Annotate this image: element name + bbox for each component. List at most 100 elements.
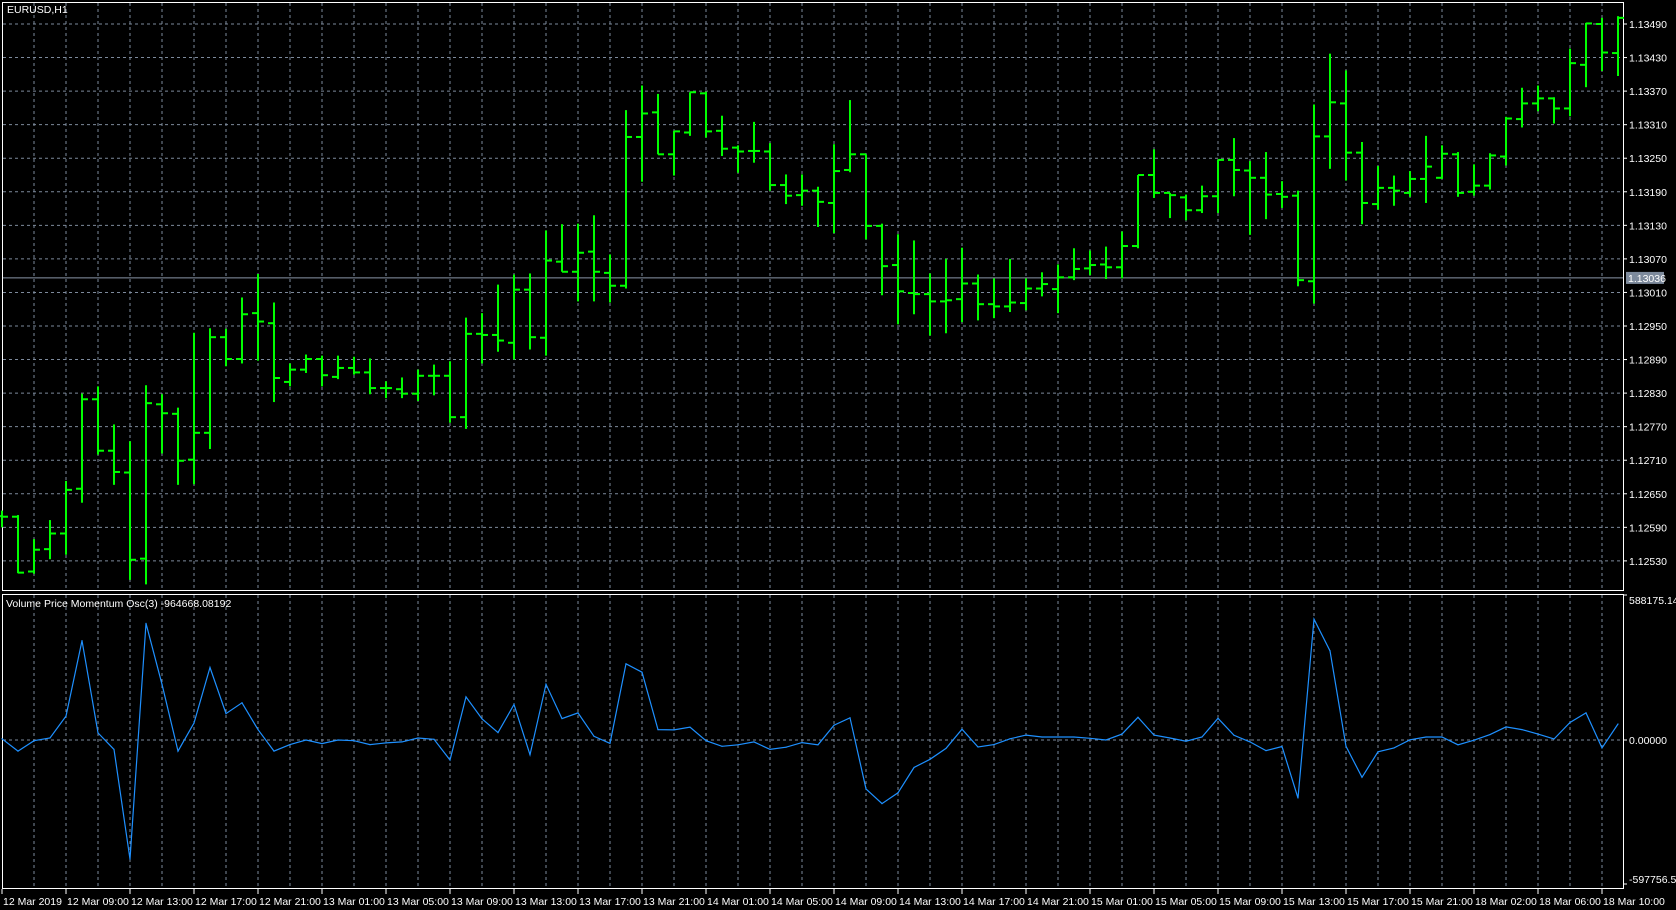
ohlc-bar[interactable] (700, 91, 712, 138)
ohlc-bar[interactable] (780, 174, 792, 205)
ohlc-bar[interactable] (188, 332, 200, 485)
ohlc-bar[interactable] (428, 364, 440, 396)
ohlc-bar[interactable] (1516, 87, 1528, 128)
ohlc-bar[interactable] (204, 328, 216, 450)
ohlc-bar[interactable] (572, 223, 584, 302)
ohlc-bar[interactable] (556, 224, 568, 273)
ohlc-bar[interactable] (124, 441, 136, 580)
ohlc-bar[interactable] (796, 174, 808, 206)
ohlc-bar[interactable] (540, 230, 552, 356)
ohlc-bar[interactable] (892, 234, 904, 325)
ohlc-bar[interactable] (396, 377, 408, 399)
ohlc-bar[interactable] (492, 284, 504, 352)
ohlc-bar[interactable] (220, 328, 232, 367)
ohlc-bar[interactable] (284, 363, 296, 387)
grid (3, 3, 1623, 888)
ohlc-bar[interactable] (1404, 171, 1416, 197)
ohlc-bar[interactable] (364, 358, 376, 395)
ohlc-bar[interactable] (684, 91, 696, 136)
ohlc-bar[interactable] (380, 381, 392, 399)
ohlc-bar[interactable] (1100, 246, 1112, 280)
ohlc-bar[interactable] (1132, 174, 1144, 249)
ohlc-bar[interactable] (172, 407, 184, 485)
ohlc-bar[interactable] (1436, 145, 1448, 179)
ohlc-bar[interactable] (1052, 264, 1064, 314)
ohlc-bar[interactable] (604, 254, 616, 303)
ohlc-bar[interactable] (1308, 104, 1320, 304)
ohlc-bar[interactable] (524, 273, 536, 350)
time-axis[interactable]: 12 Mar 2019 12 Mar 09:00 12 Mar 13:00 12 Ma… (1, 889, 1665, 908)
ohlc-bar[interactable] (1596, 17, 1608, 71)
ohlc-bar[interactable] (1612, 16, 1624, 77)
ohlc-bar[interactable] (12, 515, 24, 574)
ohlc-bar[interactable] (1356, 142, 1368, 225)
oscillator-axis[interactable]: 588175.149 0.00000 -597756.51 (1623, 594, 1676, 886)
ohlc-bar[interactable] (1580, 22, 1592, 88)
ohlc-bar[interactable] (1420, 135, 1432, 203)
ohlc-bar[interactable] (860, 153, 872, 240)
ohlc-bar[interactable] (268, 302, 280, 403)
ohlc-bar[interactable] (812, 186, 824, 228)
ohlc-bar[interactable] (156, 394, 168, 454)
ohlc-bar[interactable] (1228, 138, 1240, 197)
ohlc-bar[interactable] (1180, 194, 1192, 221)
ohlc-bar[interactable] (108, 424, 120, 485)
ohlc-bar[interactable] (636, 85, 648, 182)
ohlc-bar[interactable] (668, 130, 680, 176)
ohlc-bar[interactable] (1564, 48, 1576, 117)
price-bars[interactable] (0, 16, 1624, 585)
ohlc-bar[interactable] (0, 510, 8, 528)
ohlc-bar[interactable] (972, 274, 984, 321)
ohlc-bar[interactable] (988, 278, 1000, 319)
ohlc-bar[interactable] (588, 215, 600, 302)
ohlc-bar[interactable] (1372, 166, 1384, 210)
ohlc-bar[interactable] (60, 480, 72, 555)
ohlc-bar[interactable] (1068, 248, 1080, 281)
ohlc-bar[interactable] (1468, 164, 1480, 196)
ohlc-bar[interactable] (476, 313, 488, 364)
ohlc-bar[interactable] (940, 258, 952, 334)
ohlc-bar[interactable] (460, 317, 472, 429)
ohlc-bar[interactable] (1324, 53, 1336, 169)
ohlc-bar[interactable] (1212, 158, 1224, 214)
ohlc-bar[interactable] (908, 240, 920, 315)
ohlc-bar[interactable] (316, 355, 328, 387)
ohlc-bar[interactable] (1548, 97, 1560, 124)
ohlc-bar[interactable] (876, 223, 888, 296)
ohlc-bar[interactable] (1388, 175, 1400, 206)
ohlc-bar[interactable] (140, 385, 152, 585)
ohlc-bar[interactable] (1244, 161, 1256, 235)
ohlc-bar[interactable] (1004, 258, 1016, 313)
ohlc-bar[interactable] (412, 369, 424, 401)
ohlc-bar[interactable] (1020, 278, 1032, 311)
ohlc-bar[interactable] (1148, 149, 1160, 198)
ohlc-bar[interactable] (92, 386, 104, 455)
ohlc-bar[interactable] (620, 110, 632, 289)
ohlc-bar[interactable] (748, 121, 760, 163)
ohlc-bar[interactable] (1340, 70, 1352, 181)
ohlc-bar[interactable] (1164, 191, 1176, 219)
ohlc-bar[interactable] (76, 393, 88, 503)
ohlc-bar[interactable] (28, 539, 40, 574)
ohlc-bar[interactable] (1260, 152, 1272, 220)
ohlc-bar[interactable] (1116, 231, 1128, 279)
ohlc-bar[interactable] (252, 273, 264, 361)
ohlc-bar[interactable] (732, 145, 744, 173)
ohlc-bar[interactable] (716, 115, 728, 156)
ohlc-bar[interactable] (1196, 185, 1208, 214)
ohlc-bar[interactable] (828, 144, 840, 234)
ohlc-bar[interactable] (300, 354, 312, 373)
ohlc-bar[interactable] (44, 520, 56, 560)
ohlc-bar[interactable] (764, 143, 776, 191)
ohlc-bar[interactable] (844, 100, 856, 173)
ohlc-bar[interactable] (236, 297, 248, 364)
ohlc-bar[interactable] (1084, 250, 1096, 276)
price-axis[interactable]: 1.13490 1.13430 1.13370 1.13310 1.13250 1.131… (1623, 19, 1667, 568)
ohlc-bar[interactable] (1276, 181, 1288, 208)
ohlc-bar[interactable] (1292, 190, 1304, 287)
ohlc-bar[interactable] (652, 93, 664, 156)
ohlc-bar[interactable] (508, 274, 520, 360)
ohlc-bar[interactable] (1532, 85, 1544, 112)
ohlc-bar[interactable] (444, 361, 456, 423)
ohlc-bar[interactable] (1452, 152, 1464, 197)
